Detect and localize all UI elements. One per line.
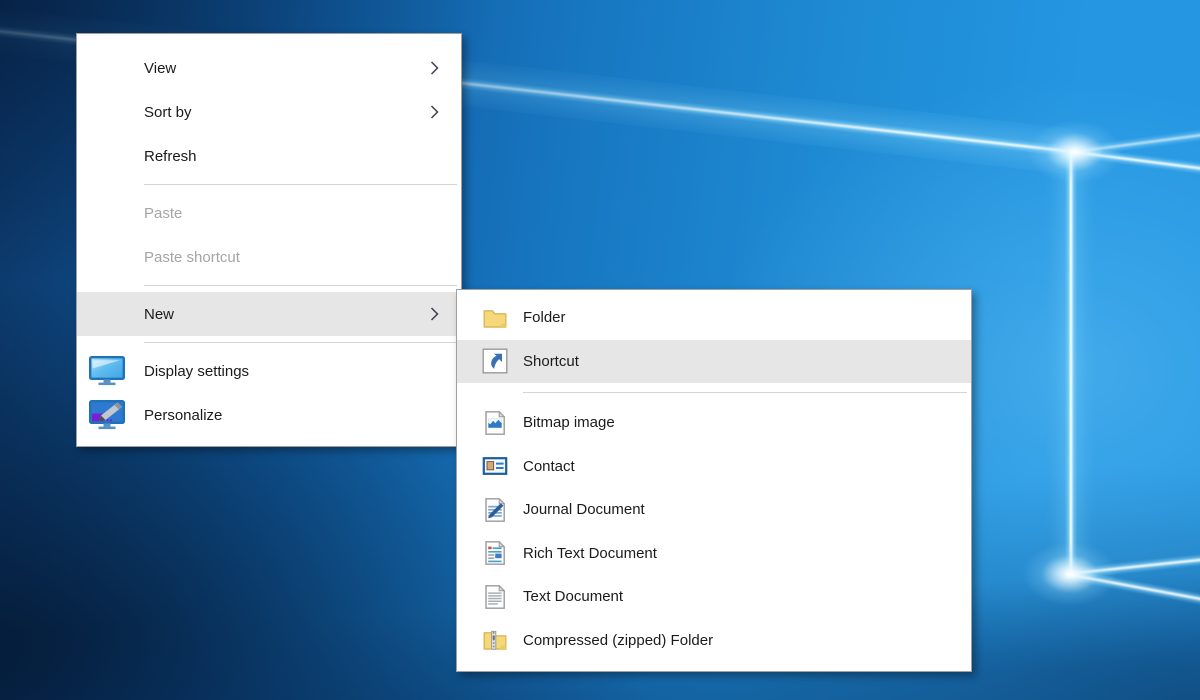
submenu-item-journal-document[interactable]: Journal Document [457,488,971,532]
submenu-item-text-document[interactable]: Text Document [457,575,971,619]
submenu-item-compressed-folder[interactable]: Compressed (zipped) Folder [457,619,971,663]
menu-item-new[interactable]: New [77,292,461,336]
folder-icon [481,304,509,332]
display-settings-icon [89,356,125,386]
desktop-context-menu: View Sort by Refresh Paste Paste shortcu… [76,33,462,447]
menu-item-label: Contact [523,458,575,475]
chevron-right-icon [430,306,439,322]
menu-item-label: Journal Document [523,501,645,518]
submenu-item-rich-text-document[interactable]: Rich Text Document [457,532,971,576]
menu-item-view[interactable]: View [77,46,461,90]
light-flare-top [1027,120,1123,184]
menu-item-label: Refresh [144,148,197,165]
menu-separator [144,184,457,185]
menu-item-label: Personalize [144,407,222,424]
bitmap-image-icon [481,409,509,437]
menu-item-label: Bitmap image [523,414,615,431]
menu-item-paste[interactable]: Paste [77,191,461,235]
menu-item-sort-by[interactable]: Sort by [77,90,461,134]
text-document-icon [481,583,509,611]
menu-item-label: Paste shortcut [144,249,240,266]
menu-separator [523,392,967,393]
submenu-item-bitmap-image[interactable]: Bitmap image [457,401,971,445]
menu-item-label: Shortcut [523,353,579,370]
contact-icon [481,452,509,480]
menu-separator [144,342,457,343]
personalize-icon [89,400,125,430]
chevron-right-icon [430,60,439,76]
menu-item-refresh[interactable]: Refresh [77,134,461,178]
menu-item-label: New [144,306,174,323]
menu-item-personalize[interactable]: Personalize [77,393,461,437]
submenu-item-shortcut[interactable]: Shortcut [457,340,971,384]
light-flare-bottom [1022,542,1118,606]
rich-text-document-icon [481,539,509,567]
submenu-item-folder[interactable]: Folder [457,296,971,340]
light-beam-vertical [1065,150,1077,578]
shortcut-icon [481,347,509,375]
submenu-item-contact[interactable]: Contact [457,445,971,489]
desktop[interactable]: View Sort by Refresh Paste Paste shortcu… [0,0,1200,700]
menu-item-label: Rich Text Document [523,545,657,562]
menu-item-label: Folder [523,309,566,326]
menu-item-label: Compressed (zipped) Folder [523,632,713,649]
menu-item-label: Sort by [144,104,192,121]
menu-item-label: Text Document [523,588,623,605]
menu-item-display-settings[interactable]: Display settings [77,349,461,393]
chevron-right-icon [430,104,439,120]
menu-item-label: Display settings [144,363,249,380]
menu-item-paste-shortcut[interactable]: Paste shortcut [77,235,461,279]
journal-document-icon [481,496,509,524]
menu-item-label: Paste [144,205,182,222]
compressed-folder-icon [481,626,509,654]
menu-separator [144,285,457,286]
menu-item-label: View [144,60,176,77]
new-submenu: Folder Shortcut Bitmap image [456,289,972,672]
